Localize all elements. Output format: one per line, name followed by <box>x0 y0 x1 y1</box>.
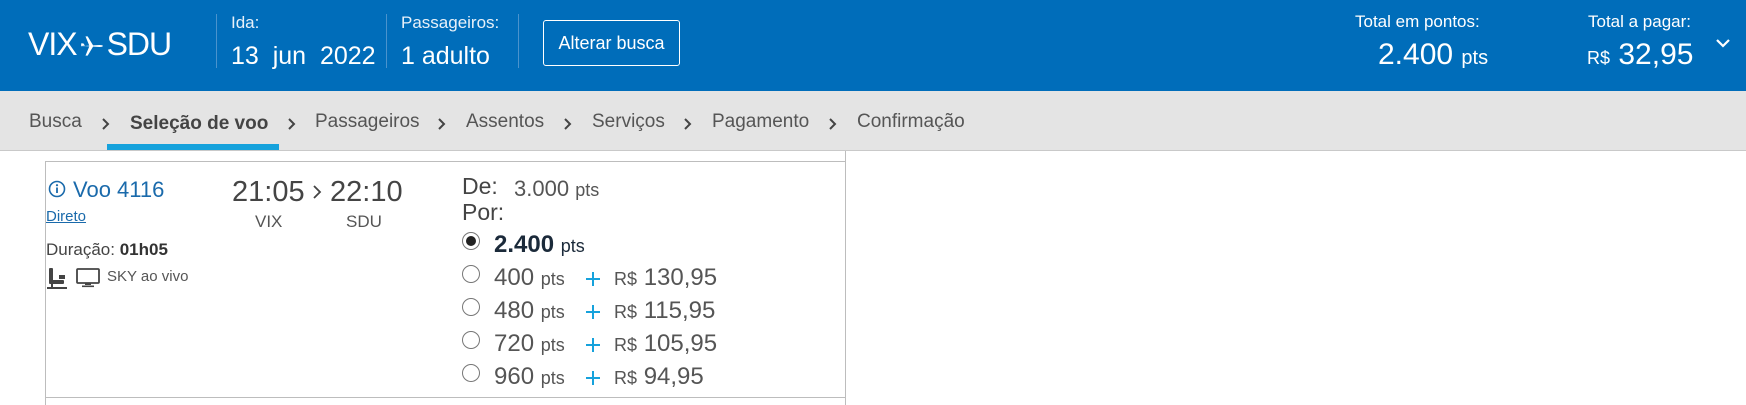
seat-icon <box>47 268 67 289</box>
header-divider <box>518 14 519 68</box>
depart-code: VIX <box>255 212 283 231</box>
breadcrumb-confirmacao[interactable]: Confirmação <box>857 111 965 133</box>
header-divider <box>216 14 217 68</box>
flight-duration: Duração: 01h05 <box>46 240 168 260</box>
arrive-time: 22:10 <box>330 176 403 208</box>
fare-money-value: 105,95 <box>643 330 718 357</box>
chevron-right-icon <box>564 118 572 130</box>
ida-value: 13 jun 2022 <box>231 42 376 70</box>
fare-radio[interactable] <box>462 331 480 349</box>
fare-points: 960 pts <box>494 363 565 391</box>
destination-code: SDU <box>106 26 173 62</box>
breadcrumb-pagamento[interactable]: Pagamento <box>712 111 809 133</box>
fare-money: R$ 94,95 <box>614 363 704 391</box>
breadcrumb-selecao-de-voo[interactable]: Seleção de voo <box>130 113 268 135</box>
chevron-right-icon <box>438 118 446 130</box>
fare-currency: R$ <box>614 302 638 322</box>
chevron-right-icon <box>313 185 322 199</box>
card-border <box>845 151 846 405</box>
duration-label: Duração: <box>46 240 115 259</box>
fare-points-number: 480 <box>494 297 535 324</box>
fare-points-unit: pts <box>540 368 565 388</box>
fare-points: 400 pts <box>494 264 565 292</box>
card-divider <box>45 161 846 162</box>
fare-radio[interactable] <box>462 298 480 316</box>
fare-points-unit: pts <box>540 335 565 355</box>
chevron-right-icon <box>829 118 837 130</box>
arrive-code: SDU <box>346 212 382 231</box>
fare-money-value: 94,95 <box>643 363 704 390</box>
info-icon[interactable] <box>48 180 66 198</box>
total-pay-label: Total a pagar: <box>1588 12 1692 31</box>
flight-type-link[interactable]: Direto <box>46 208 86 225</box>
ida-label: Ida: <box>231 13 260 32</box>
origin-code: VIX <box>28 26 78 62</box>
fare-points-unit: pts <box>540 269 565 289</box>
fare-points-unit: pts <box>560 236 585 256</box>
fare-money-value: 115,95 <box>643 297 716 324</box>
plus-icon <box>586 272 600 286</box>
breadcrumb-servicos[interactable]: Serviços <box>592 111 665 133</box>
airplane-icon <box>80 35 103 56</box>
fare-points: 480 pts <box>494 297 565 325</box>
plus-icon <box>586 371 600 385</box>
header-divider <box>386 14 387 68</box>
breadcrumb-assentos[interactable]: Assentos <box>466 111 544 133</box>
chevron-down-icon[interactable] <box>1714 34 1732 52</box>
fare-currency: R$ <box>614 269 638 289</box>
summary-header: VIX SDU Ida: 13 jun 2022 Passageiros: 1 … <box>0 0 1746 91</box>
total-pay-currency: R$ <box>1587 48 1611 68</box>
fare-points: 2.400 pts <box>494 231 585 259</box>
route: VIX SDU <box>28 26 173 63</box>
total-pay-number: 32,95 <box>1618 38 1694 71</box>
total-points-unit: pts <box>1461 47 1489 69</box>
total-points-number: 2.400 <box>1378 38 1454 71</box>
price-from-number: 3.000 <box>514 176 570 201</box>
price-from-unit: pts <box>575 180 600 200</box>
total-points-value: 2.400 pts <box>1378 38 1488 72</box>
fare-money: R$ 130,95 <box>614 264 717 292</box>
fare-radio[interactable] <box>462 232 480 250</box>
depart-time: 21:05 <box>232 176 305 208</box>
price-for-label: Por: <box>462 199 505 225</box>
fare-money: R$ 105,95 <box>614 330 717 358</box>
breadcrumb-busca[interactable]: Busca <box>29 111 82 133</box>
passengers-label: Passageiros: <box>401 13 500 32</box>
fare-points-number: 400 <box>494 264 535 291</box>
card-divider <box>45 397 846 398</box>
fare-radio[interactable] <box>462 265 480 283</box>
active-step-indicator <box>107 144 279 150</box>
plus-icon <box>586 338 600 352</box>
fare-money-value: 130,95 <box>643 264 718 291</box>
fare-points-number: 2.400 <box>494 231 555 258</box>
fare-points-number: 960 <box>494 363 535 390</box>
chevron-right-icon <box>102 118 110 130</box>
passengers-value: 1 adulto <box>401 42 490 70</box>
price-from-value: 3.000 pts <box>514 176 599 202</box>
fare-currency: R$ <box>614 335 638 355</box>
change-search-button[interactable]: Alterar busca <box>543 20 680 66</box>
entertainment-label: SKY ao vivo <box>107 268 189 285</box>
duration-value: 01h05 <box>119 240 168 259</box>
fare-points: 720 pts <box>494 330 565 358</box>
total-points-label: Total em pontos: <box>1355 12 1480 31</box>
breadcrumb: Busca Seleção de voo Passageiros Assento… <box>0 91 1746 151</box>
plus-icon <box>586 305 600 319</box>
chevron-right-icon <box>288 118 296 130</box>
tv-icon <box>76 268 100 288</box>
fare-points-unit: pts <box>540 302 565 322</box>
fare-points-number: 720 <box>494 330 535 357</box>
fare-money: R$ 115,95 <box>614 297 715 325</box>
fare-radio[interactable] <box>462 364 480 382</box>
fare-currency: R$ <box>614 368 638 388</box>
flight-number-link[interactable]: Voo 4116 <box>73 177 164 203</box>
breadcrumb-passageiros[interactable]: Passageiros <box>315 111 420 133</box>
chevron-right-icon <box>684 118 692 130</box>
total-pay-value: R$ 32,95 <box>1587 38 1693 72</box>
price-from-label: De: <box>462 173 498 199</box>
